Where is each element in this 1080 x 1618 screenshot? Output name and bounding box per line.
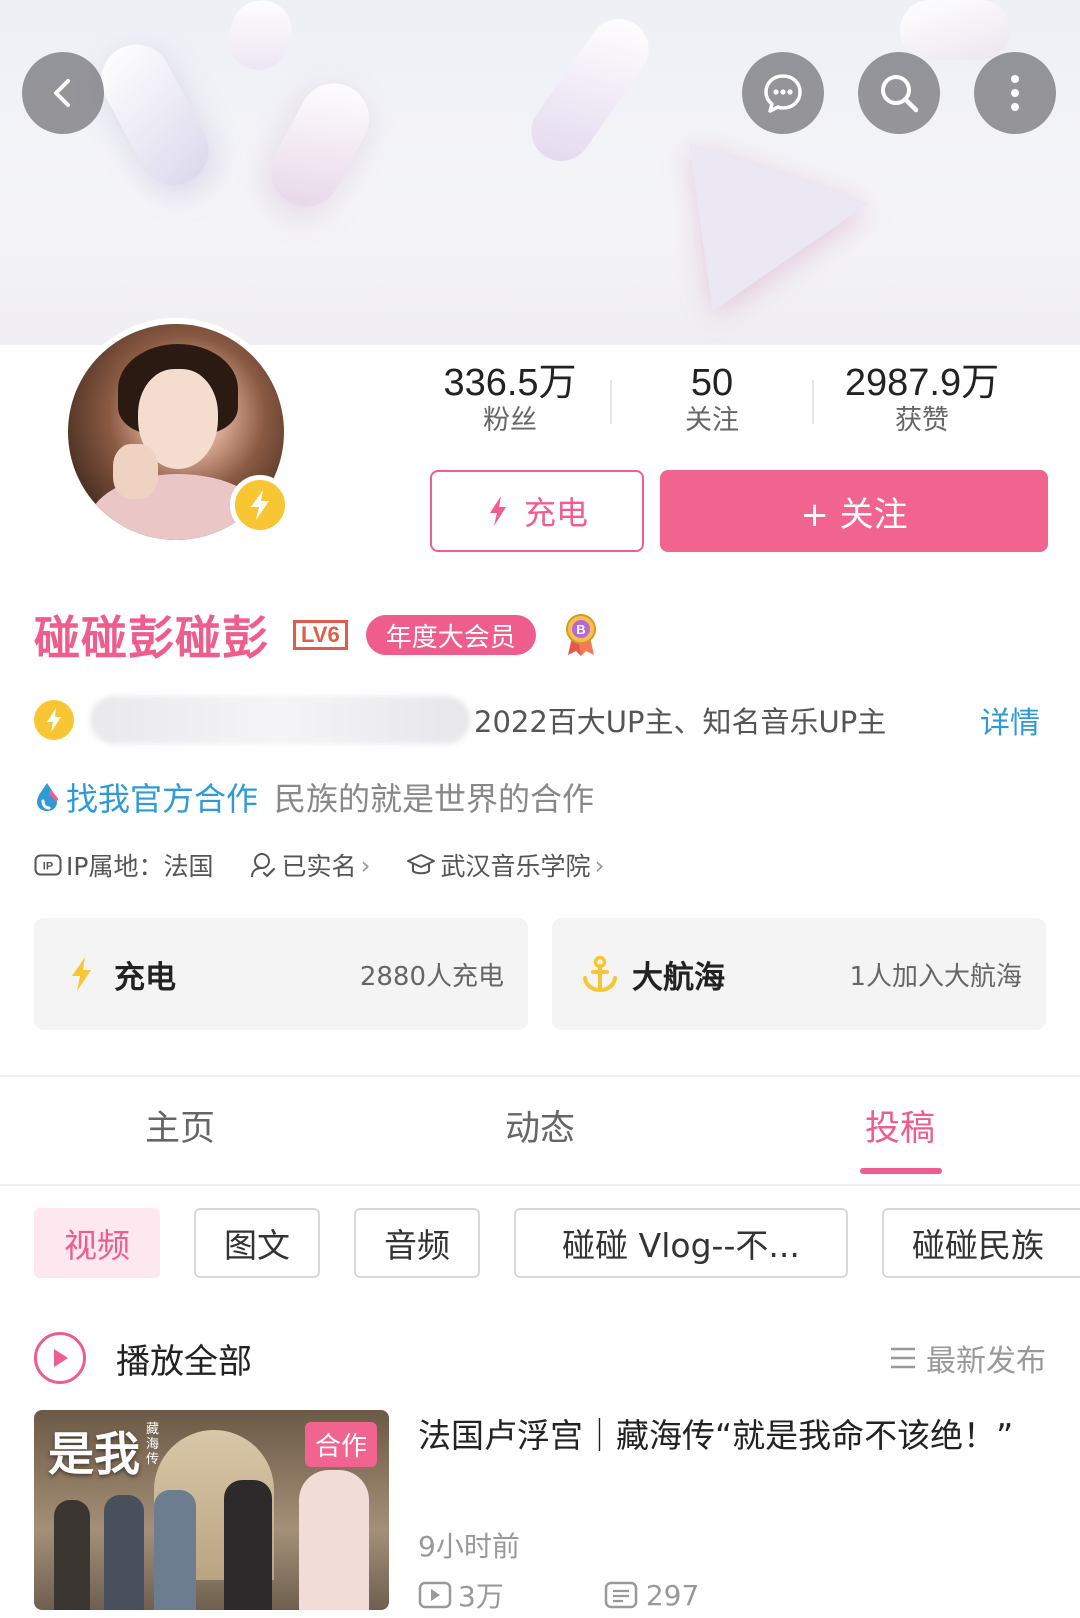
charge-button-label: 充电 — [523, 494, 588, 532]
real-name-text: 已实名 — [281, 852, 357, 881]
cooperation-row[interactable]: 找我官方合作 民族的就是世界的合作 — [34, 772, 594, 822]
card-subtitle: 1人加入大航海 — [849, 961, 1022, 992]
profile-banner — [0, 0, 1080, 345]
tabs-divider — [0, 1184, 1080, 1186]
stat-label: 粉丝 — [483, 405, 537, 436]
thumbnail-calligraphy: 是我 — [48, 1427, 140, 1481]
sort-icon — [891, 1347, 915, 1369]
charge-card[interactable]: 充电 2880人充电 — [34, 918, 528, 1030]
back-icon — [54, 79, 70, 107]
message-icon — [764, 74, 802, 113]
meta-row: IP IP属地：法国 已实名 › 武汉音乐学院 › — [34, 845, 640, 885]
chip-video[interactable]: 视频 — [34, 1208, 160, 1278]
voyage-card[interactable]: 大航海 1人加入大航海 — [552, 918, 1046, 1030]
more-button[interactable] — [974, 52, 1056, 134]
play-count: 3万 — [418, 1575, 504, 1615]
level-badge: LV6 — [293, 620, 348, 650]
section-divider — [0, 1075, 1080, 1077]
back-button[interactable] — [22, 52, 104, 134]
svg-text:B: B — [576, 622, 585, 637]
thumbnail-subtitle: 藏海传 — [146, 1422, 160, 1467]
graduation-cap-icon — [407, 854, 436, 875]
card-title: 大航海 — [632, 959, 725, 996]
stat-followers[interactable]: 336.5万 粉丝 — [410, 362, 610, 442]
card-title: 充电 — [114, 959, 176, 996]
certification-row: 2022百大UP主、知名音乐UP主 详情 — [34, 690, 1054, 750]
tab-home[interactable]: 主页 — [120, 1100, 240, 1151]
vip-badge[interactable]: 年度大会员 — [365, 615, 536, 655]
ip-location: IP IP属地：法国 — [34, 847, 213, 883]
search-button[interactable] — [858, 52, 940, 134]
play-all-row: 播放全部 最新发布 — [34, 1328, 1046, 1388]
stat-value: 50 — [690, 362, 734, 404]
certification-text: 2022百大UP主、知名音乐UP主 — [474, 705, 887, 739]
charge-badge-icon — [230, 475, 290, 535]
ip-icon: IP — [34, 854, 62, 876]
search-icon — [881, 75, 919, 113]
video-title[interactable]: 法国卢浮宫｜藏海传“就是我命不该绝！” — [418, 1410, 1038, 1462]
lightning-icon — [489, 496, 506, 526]
follow-button[interactable]: + 关注 — [660, 470, 1048, 552]
charge-button[interactable]: 充电 — [430, 470, 644, 552]
comment-icon — [604, 1581, 638, 1609]
category-chips: 视频 图文 音频 碰碰 Vlog--不... 碰碰民族 — [34, 1208, 1080, 1280]
card-subtitle: 2880人充电 — [359, 961, 504, 992]
chip-vlog[interactable]: 碰碰 Vlog--不... — [514, 1208, 848, 1278]
svg-text:IP: IP — [43, 861, 53, 873]
stat-label: 关注 — [685, 405, 739, 436]
chip-image-text[interactable]: 图文 — [194, 1208, 320, 1278]
more-icon — [1011, 75, 1019, 111]
chevron-right-icon: › — [360, 850, 371, 880]
user-name: 碰碰彭碰彭 — [34, 611, 269, 665]
video-stats: 3万 297 — [418, 1575, 1038, 1615]
chip-audio[interactable]: 音频 — [354, 1208, 480, 1278]
play-all-button[interactable] — [34, 1332, 86, 1384]
cooperation-link[interactable]: 找我官方合作 — [66, 774, 258, 820]
certified-lightning-icon — [34, 700, 74, 740]
school-text: 武汉音乐学院 — [440, 852, 591, 881]
stat-label: 获赞 — [895, 405, 949, 436]
stat-value: 336.5万 — [443, 362, 577, 404]
comment-count: 297 — [604, 1579, 699, 1612]
video-thumbnail[interactable]: 是我 藏海传 合作 — [34, 1410, 389, 1610]
active-tab-indicator — [860, 1168, 942, 1174]
chevron-right-icon: › — [594, 850, 605, 880]
comment-count-value: 297 — [645, 1578, 700, 1612]
name-row: 碰碰彭碰彭 LV6 年度大会员 B — [34, 605, 600, 665]
drop-icon — [37, 783, 58, 811]
sort-label: 最新发布 — [926, 1344, 1046, 1379]
video-list-item[interactable]: 是我 藏海传 合作 法国卢浮宫｜藏海传“就是我命不该绝！” 9小时前 3万 29… — [34, 1410, 1046, 1613]
play-count-icon — [418, 1581, 452, 1609]
profile-stats: 336.5万 粉丝 50 关注 2987.9万 获赞 — [410, 362, 1050, 442]
video-time: 9小时前 — [418, 1530, 520, 1563]
play-count-value: 3万 — [458, 1580, 504, 1613]
blurred-text — [90, 696, 470, 744]
real-name-item[interactable]: 已实名 › — [249, 847, 370, 883]
stat-likes[interactable]: 2987.9万 获赞 — [814, 362, 1030, 442]
sort-button[interactable]: 最新发布 — [888, 1336, 1046, 1380]
play-icon — [54, 1349, 68, 1367]
tab-submissions[interactable]: 投稿 — [840, 1100, 960, 1151]
collab-tag: 合作 — [304, 1422, 377, 1467]
profile-tabs: 主页 动态 投稿 — [0, 1100, 1080, 1178]
lightning-icon — [62, 954, 102, 994]
stat-following[interactable]: 50 关注 — [612, 362, 812, 442]
tab-dynamics[interactable]: 动态 — [480, 1100, 600, 1151]
message-button[interactable] — [742, 52, 824, 134]
chip-folk[interactable]: 碰碰民族 — [882, 1208, 1080, 1278]
anchor-icon — [580, 954, 620, 994]
play-all-label[interactable]: 播放全部 — [116, 1334, 252, 1383]
verified-user-icon — [251, 853, 276, 878]
stat-value: 2987.9万 — [844, 362, 1000, 404]
ip-location-text: IP属地：法国 — [66, 852, 214, 881]
detail-link[interactable]: 详情 — [980, 698, 1040, 742]
school-item[interactable]: 武汉音乐学院 › — [406, 847, 604, 883]
cooperation-desc: 民族的就是世界的合作 — [274, 780, 595, 818]
medal-icon[interactable]: B — [562, 613, 600, 657]
